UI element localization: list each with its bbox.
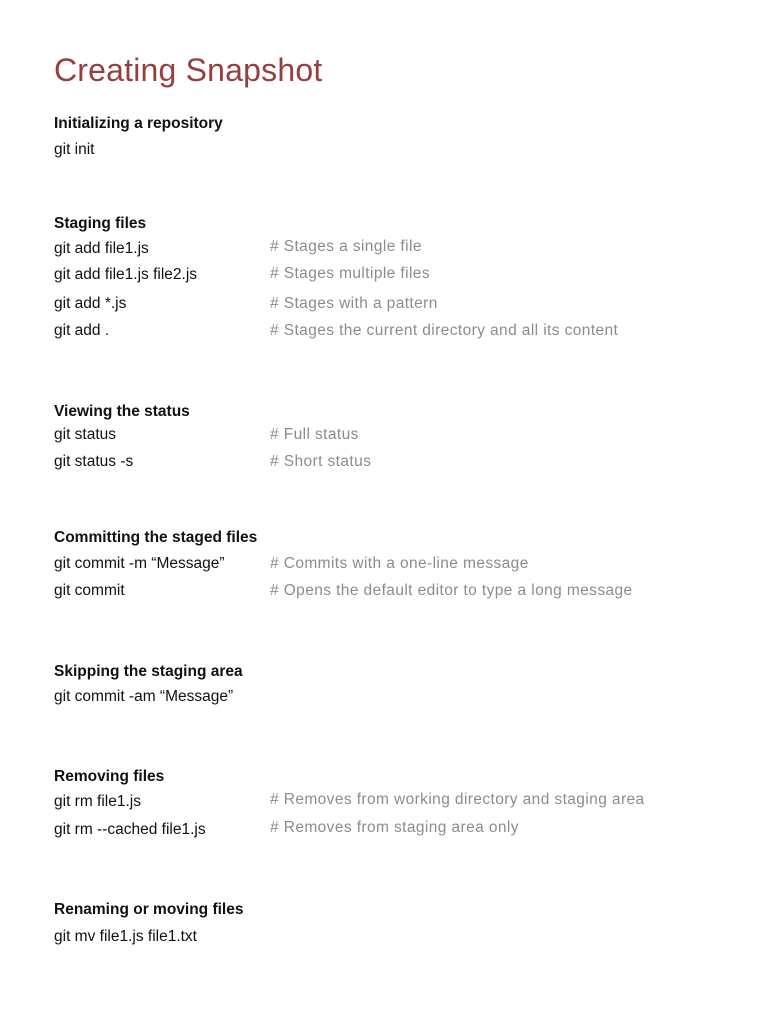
comment-rm: # Removes from working directory and sta… xyxy=(270,791,645,808)
section-heading-skipping: Skipping the staging area xyxy=(54,663,243,680)
comment-add-directory: # Stages the current directory and all i… xyxy=(270,322,619,339)
command-git-init: git init xyxy=(54,141,95,158)
command-add-single: git add file1.js xyxy=(54,240,149,257)
command-status-short: git status -s xyxy=(54,453,134,470)
command-commit-all: git commit -am “Message” xyxy=(54,688,234,705)
command-mv: git mv file1.js file1.txt xyxy=(54,928,197,945)
command-add-multiple: git add file1.js file2.js xyxy=(54,266,198,283)
section-heading-renaming: Renaming or moving files xyxy=(54,901,244,918)
section-heading-committing: Committing the staged files xyxy=(54,529,258,546)
comment-add-multiple: # Stages multiple files xyxy=(270,265,430,282)
command-rm-cached: git rm --cached file1.js xyxy=(54,821,206,838)
page-title: Creating Snapshot xyxy=(54,52,323,88)
section-heading-initializing: Initializing a repository xyxy=(54,115,223,132)
command-add-pattern: git add *.js xyxy=(54,295,127,312)
command-commit-message: git commit -m “Message” xyxy=(54,555,225,572)
cheat-sheet-page: Creating Snapshot Initializing a reposit… xyxy=(0,0,768,1023)
comment-commit-editor: # Opens the default editor to type a lon… xyxy=(270,582,633,599)
command-status: git status xyxy=(54,426,117,443)
command-add-directory: git add . xyxy=(54,322,110,339)
comment-rm-cached: # Removes from staging area only xyxy=(270,819,519,836)
section-heading-removing: Removing files xyxy=(54,768,165,785)
comment-status-short: # Short status xyxy=(270,453,372,470)
comment-add-pattern: # Stages with a pattern xyxy=(270,295,438,312)
command-commit-editor: git commit xyxy=(54,582,125,599)
command-rm: git rm file1.js xyxy=(54,793,141,810)
section-heading-status: Viewing the status xyxy=(54,403,190,420)
comment-commit-message: # Commits with a one-line message xyxy=(270,555,529,572)
comment-status: # Full status xyxy=(270,426,359,443)
section-heading-staging: Staging files xyxy=(54,215,147,232)
comment-add-single: # Stages a single file xyxy=(270,238,422,255)
